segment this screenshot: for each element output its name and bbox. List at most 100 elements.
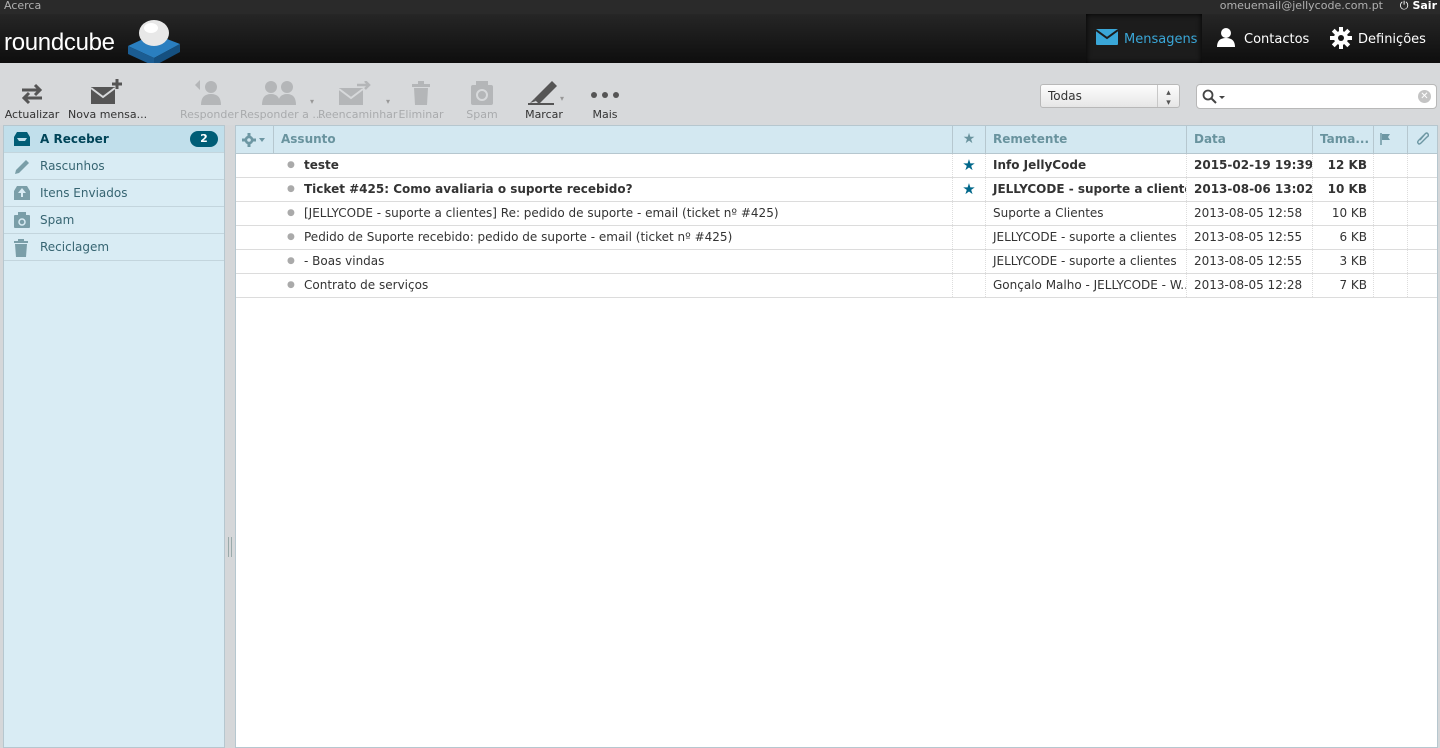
clear-search-icon[interactable]: ✕ <box>1418 90 1431 103</box>
search-icon[interactable] <box>1202 89 1226 109</box>
column-size[interactable]: Tama... <box>1312 126 1373 153</box>
message-date: 2013-08-05 12:28 <box>1186 274 1312 297</box>
message-flag[interactable] <box>1373 274 1407 297</box>
column-subject[interactable]: Assunto <box>273 126 952 153</box>
message-flag[interactable] <box>1373 178 1407 201</box>
refresh-icon <box>21 83 43 105</box>
flagged-star-icon[interactable] <box>952 202 985 225</box>
message-from: JELLYCODE - suporte a clientes <box>985 250 1186 273</box>
tab-mensagens[interactable]: Mensagens <box>1086 14 1202 63</box>
more-label: Mais <box>592 108 618 121</box>
message-attachment <box>1407 202 1437 225</box>
delete-button[interactable]: Eliminar <box>398 77 444 121</box>
message-from: Info JellyCode <box>985 154 1186 177</box>
message-row[interactable]: ● Contrato de serviços Gonçalo Malho - J… <box>236 274 1437 298</box>
folder-label: Rascunhos <box>40 159 105 173</box>
compose-button[interactable]: Nova mensa... <box>68 77 148 121</box>
folder-spam[interactable]: Spam <box>4 207 224 234</box>
message-date: 2013-08-06 13:02 <box>1186 178 1312 201</box>
select-arrows-icon: ▴ ▾ <box>1157 85 1179 108</box>
reply-all-dropdown-icon[interactable]: ▾ <box>310 97 314 106</box>
filter-value: Todas <box>1048 89 1082 103</box>
pane-splitter[interactable] <box>228 537 232 557</box>
reply-all-button[interactable]: Responder a ... ▾ <box>240 77 323 121</box>
message-subject[interactable]: Contrato de serviços <box>304 274 944 297</box>
spam-label: Spam <box>466 108 498 121</box>
logout-button[interactable]: ⏻ Sair <box>1400 0 1437 12</box>
message-subject[interactable]: teste <box>304 154 944 177</box>
status-dot-icon: ● <box>287 280 295 290</box>
message-row[interactable]: ● Ticket #425: Como avaliaria o suporte … <box>236 178 1437 202</box>
message-row[interactable]: ● [JELLYCODE - suporte a clientes] Re: p… <box>236 202 1437 226</box>
column-date[interactable]: Data <box>1186 126 1312 153</box>
search-input[interactable] <box>1227 88 1421 106</box>
folder-sent[interactable]: Itens Enviados <box>4 180 224 207</box>
spam-button[interactable]: Spam <box>462 77 502 121</box>
forward-dropdown-icon[interactable]: ▾ <box>386 97 390 106</box>
message-subject[interactable]: - Boas vindas <box>304 250 944 273</box>
message-row[interactable]: ● Pedido de Suporte recebido: pedido de … <box>236 226 1437 250</box>
folder-list: A Receber 2 Rascunhos Itens Enviados Spa… <box>3 125 225 748</box>
compose-icon <box>90 79 122 104</box>
folder-label: A Receber <box>40 132 109 146</box>
reply-icon <box>195 80 221 105</box>
message-size: 3 KB <box>1312 250 1373 273</box>
message-date: 2015-02-19 19:39 <box>1186 154 1312 177</box>
tab-definicoes[interactable]: Definições <box>1320 14 1440 63</box>
message-attachment <box>1407 250 1437 273</box>
reply-all-label: Responder a ... <box>240 108 323 121</box>
message-subject[interactable]: Pedido de Suporte recebido: pedido de su… <box>304 226 944 249</box>
message-subject[interactable]: Ticket #425: Como avaliaria o suporte re… <box>304 178 944 201</box>
message-from: Suporte a Clientes <box>985 202 1186 225</box>
column-from[interactable]: Remetente <box>985 126 1186 153</box>
tab-mensagens-label: Mensagens <box>1124 32 1198 47</box>
forward-button[interactable]: Reencaminhar ▾ <box>318 77 397 121</box>
message-row[interactable]: ● teste ★ Info JellyCode 2015-02-19 19:3… <box>236 154 1437 178</box>
main-nav: Mensagens Contactos Definições <box>0 14 1440 63</box>
tab-contactos[interactable]: Contactos <box>1206 14 1316 63</box>
sent-icon <box>14 186 30 200</box>
more-button[interactable]: Mais <box>585 77 625 121</box>
message-row[interactable]: ● - Boas vindas JELLYCODE - suporte a cl… <box>236 250 1437 274</box>
column-flagged-star[interactable]: ★ <box>952 126 985 153</box>
top-bar: Acerca omeuemail@jellycode.com.pt ⏻ Sair <box>0 0 1440 14</box>
message-flag[interactable] <box>1373 202 1407 225</box>
flagged-star-icon[interactable]: ★ <box>952 154 985 177</box>
message-flag[interactable] <box>1373 250 1407 273</box>
message-flag[interactable] <box>1373 226 1407 249</box>
refresh-button[interactable]: Actualizar <box>4 77 60 121</box>
folder-label: Spam <box>40 213 75 227</box>
refresh-label: Actualizar <box>4 108 60 121</box>
paperclip-icon <box>1417 132 1429 145</box>
column-flag[interactable] <box>1373 126 1407 153</box>
search-box[interactable]: ✕ <box>1196 84 1437 109</box>
message-from: JELLYCODE - suporte a clientes <box>985 226 1186 249</box>
unread-count-badge: 2 <box>190 131 218 147</box>
flagged-star-icon[interactable] <box>952 250 985 273</box>
mark-button[interactable]: Marcar ▾ <box>520 77 568 121</box>
gear-icon <box>1330 27 1352 49</box>
mark-dropdown-icon[interactable]: ▾ <box>560 94 564 103</box>
user-email: omeuemail@jellycode.com.pt <box>1219 0 1383 12</box>
flagged-star-icon[interactable]: ★ <box>952 178 985 201</box>
filter-select[interactable]: Todas ▴ ▾ <box>1040 84 1180 108</box>
reply-button[interactable]: Responder <box>180 77 239 121</box>
column-attachment[interactable] <box>1407 126 1437 153</box>
status-dot-icon: ● <box>287 232 295 242</box>
folder-trash[interactable]: Reciclagem <box>4 234 224 261</box>
message-attachment <box>1407 154 1437 177</box>
message-list: Assunto ★ Remetente Data Tama... ● teste… <box>235 125 1438 748</box>
message-date: 2013-08-05 12:55 <box>1186 250 1312 273</box>
folder-drafts[interactable]: Rascunhos <box>4 153 224 180</box>
message-flag[interactable] <box>1373 154 1407 177</box>
spam-icon <box>471 81 493 105</box>
status-dot-icon: ● <box>287 256 295 266</box>
flagged-star-icon[interactable] <box>952 274 985 297</box>
list-options-button[interactable] <box>236 126 273 153</box>
compose-label: Nova mensa... <box>68 108 148 121</box>
flagged-star-icon[interactable] <box>952 226 985 249</box>
message-subject[interactable]: [JELLYCODE - suporte a clientes] Re: ped… <box>304 202 944 225</box>
folder-inbox[interactable]: A Receber 2 <box>4 126 224 153</box>
about-link[interactable]: Acerca <box>4 0 41 12</box>
status-dot-icon: ● <box>287 208 295 218</box>
